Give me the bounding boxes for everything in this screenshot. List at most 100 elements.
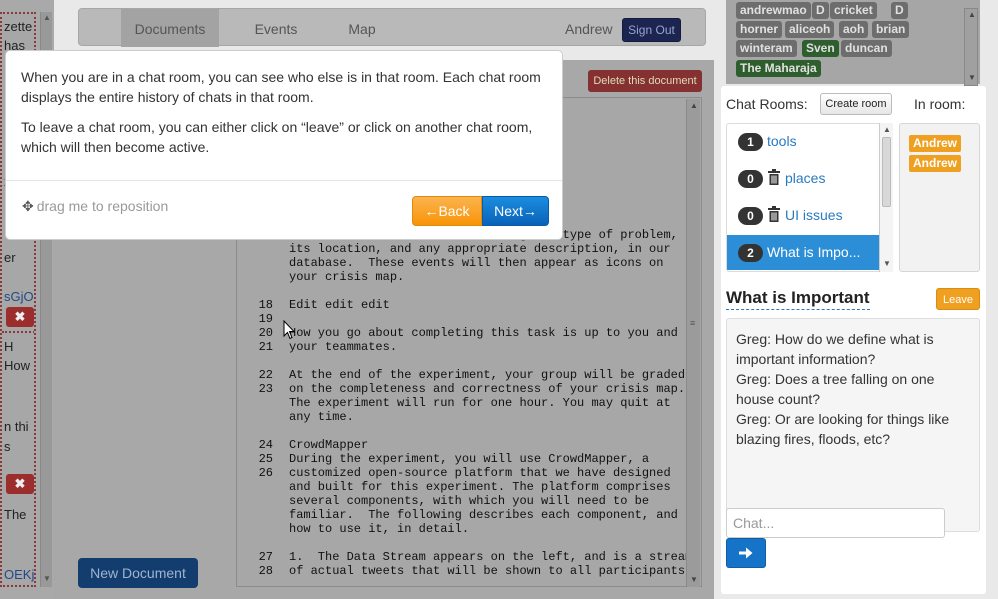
document-line: CrowdMapper — [289, 438, 369, 452]
main-navbar: Documents Events Map Andrew Sign Out — [78, 8, 706, 47]
member-badge: Andrew — [909, 135, 962, 152]
scroll-thumb[interactable] — [882, 137, 891, 207]
document-line: your crisis map. — [289, 270, 405, 284]
chat-messages: Greg: How do we define what is important… — [726, 318, 980, 532]
line-number: 28 — [258, 564, 273, 578]
tweet-fragment: s — [4, 439, 11, 454]
scroll-grip-icon: ≡ — [690, 318, 696, 328]
scroll-down-icon[interactable]: ▼ — [43, 574, 51, 583]
tweet-separator — [2, 331, 34, 333]
scroll-up-icon[interactable]: ▲ — [968, 10, 976, 19]
tab-events[interactable]: Events — [225, 9, 327, 47]
chat-room-item[interactable]: 1 tools — [727, 124, 879, 159]
document-line: on the completeness and correctness of y… — [289, 382, 686, 396]
hide-tweet-button[interactable]: ✖ — [6, 307, 34, 327]
tweet-link[interactable]: sGjO — [4, 289, 34, 304]
chat-message: Greg: How do we define what is important… — [736, 331, 934, 367]
chat-message: Greg: Or are looking for things like bla… — [736, 411, 950, 447]
tab-documents[interactable]: Documents — [121, 9, 219, 47]
chat-room-name[interactable]: UI issues — [785, 207, 843, 223]
member-badge: Andrew — [909, 155, 962, 172]
line-number: 21 — [258, 340, 273, 354]
document-line: familiar. The following describes each c… — [289, 508, 678, 522]
document-line: any time. — [289, 410, 354, 424]
in-room-members: Andrew Andrew — [899, 123, 980, 272]
document-line: The experiment will run for one hour. Yo… — [289, 396, 671, 410]
leave-room-button[interactable]: Leave — [936, 288, 980, 310]
drag-handle[interactable]: ✥ drag me to reposition — [22, 198, 168, 215]
document-line: customized open-source platform that we … — [289, 466, 671, 480]
line-number: 19 — [258, 312, 273, 326]
chat-room-item-active[interactable]: 2 What is Impo... — [727, 235, 879, 270]
document-line: During the experiment, you will use Crow… — [289, 452, 650, 466]
tour-popover[interactable]: When you are in a chat room, you can see… — [5, 50, 563, 240]
tour-divider — [6, 180, 562, 181]
current-user: Andrew — [565, 21, 613, 37]
chat-rooms-list: 1 tools 0 places 0 UI issues 2 What is I… — [726, 123, 893, 272]
user-tag[interactable]: andrewmao — [736, 2, 811, 19]
document-line: 1. The Data Stream appears on the left, … — [289, 550, 693, 564]
line-number: 22 — [258, 368, 273, 382]
send-message-button[interactable] — [726, 538, 766, 568]
unread-count-badge: 0 — [738, 207, 763, 225]
user-tag[interactable]: horner — [736, 21, 783, 38]
chat-room-item[interactable]: 0 places — [727, 161, 879, 196]
unread-count-badge: 1 — [738, 133, 763, 151]
chat-room-item[interactable]: 0 UI issues — [727, 198, 879, 233]
sign-out-button[interactable]: Sign Out — [622, 18, 681, 42]
user-tag[interactable]: D — [891, 2, 908, 19]
scroll-up-icon[interactable]: ▲ — [883, 125, 891, 134]
users-tag-list: andrewmao D cricket D horner aliceoh aoh… — [726, 0, 980, 84]
tweet-fragment: How — [4, 358, 31, 373]
delete-document-button[interactable]: Delete this document — [588, 70, 702, 92]
trash-icon[interactable] — [768, 169, 780, 185]
tour-next-button[interactable]: Next→ — [482, 196, 549, 226]
line-number: 23 — [258, 382, 273, 396]
chat-room-name[interactable]: tools — [767, 133, 797, 149]
users-scrollbar[interactable]: ▲ ▼ — [964, 8, 978, 86]
tweet-fragment: H — [4, 339, 14, 354]
user-tag-online[interactable]: Sven — [802, 40, 839, 57]
new-document-button[interactable]: New Document — [78, 558, 198, 588]
scroll-down-icon[interactable]: ▼ — [883, 259, 891, 268]
room-title[interactable]: What is Important — [726, 288, 870, 310]
user-tag[interactable]: D — [812, 2, 829, 19]
chat-room-name[interactable]: What is Impo... — [767, 244, 860, 260]
tour-back-button[interactable]: ←Back — [412, 196, 482, 226]
user-tag[interactable]: winteram — [736, 40, 797, 57]
scroll-down-icon[interactable]: ▼ — [690, 575, 698, 584]
tour-paragraph: To leave a chat room, you can either cli… — [21, 119, 533, 155]
arrow-right-icon — [739, 547, 753, 559]
chat-input[interactable] — [726, 508, 945, 538]
chat-rooms-scrollbar[interactable]: ▲ ▼ — [879, 123, 893, 272]
user-tag-online[interactable]: The Maharaja — [736, 60, 821, 77]
create-room-button[interactable]: Create room — [820, 93, 892, 115]
editor-scrollbar[interactable]: ▲ ≡ ▼ — [686, 99, 700, 587]
tweet-fragment: n thi — [4, 419, 29, 434]
tweet-fragment: er — [4, 250, 16, 265]
unread-count-badge: 0 — [738, 170, 763, 188]
document-line: database. These events will then appear … — [289, 256, 664, 270]
mouse-cursor-icon — [283, 320, 295, 340]
chat-rooms-label: Chat Rooms: — [726, 96, 808, 112]
tweet-link[interactable]: OEKj — [4, 567, 34, 582]
hide-tweet-button[interactable]: ✖ — [6, 474, 34, 494]
line-number: 24 — [258, 438, 273, 452]
scroll-down-icon[interactable]: ▼ — [968, 73, 976, 82]
user-tag[interactable]: cricket — [830, 2, 877, 19]
drag-hint-label: drag me to reposition — [36, 198, 169, 214]
tab-map[interactable]: Map — [327, 9, 397, 47]
user-tag[interactable]: duncan — [841, 40, 892, 57]
line-number: 26 — [258, 466, 273, 480]
scroll-up-icon[interactable]: ▲ — [690, 101, 698, 110]
document-line: its location, and any appropriate descri… — [289, 242, 671, 256]
line-number: 27 — [258, 550, 273, 564]
document-line: of actual tweets that will be shown to a… — [289, 564, 693, 578]
tweet-fragment: zette — [4, 19, 33, 34]
user-tag[interactable]: brian — [872, 21, 910, 38]
user-tag[interactable]: aliceoh — [785, 21, 835, 38]
trash-icon[interactable] — [768, 206, 780, 222]
chat-room-name[interactable]: places — [785, 170, 825, 186]
scroll-up-icon[interactable]: ▲ — [43, 13, 51, 22]
user-tag[interactable]: aoh — [839, 21, 869, 38]
